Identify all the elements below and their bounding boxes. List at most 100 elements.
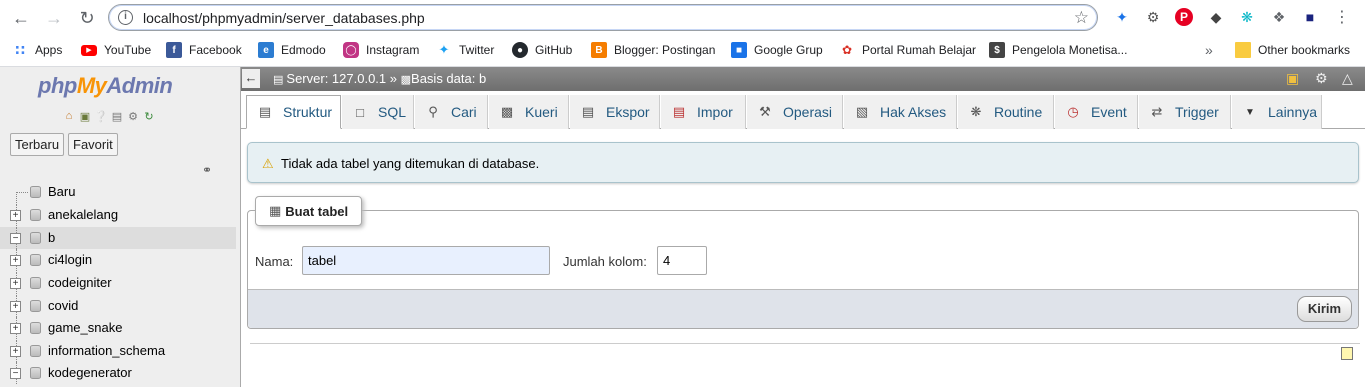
tab-more[interactable]: ▼ Lainnya <box>1232 95 1322 129</box>
bookmark-item[interactable]: e Edmodo <box>258 40 326 60</box>
recent-tables-tab[interactable]: Terbaru <box>10 133 65 156</box>
expand-plus-icon[interactable]: + <box>10 278 21 289</box>
tree-label[interactable]: kodegenerator <box>48 365 132 380</box>
tree-item-database[interactable]: + codeigniter <box>0 272 236 294</box>
tree-item-database-selected[interactable]: − b <box>0 227 236 249</box>
tree-label[interactable]: anekalelang <box>48 207 118 222</box>
collapse-top-icon[interactable]: △ <box>1342 70 1353 87</box>
tab-routines[interactable]: ❋ Routine <box>958 95 1054 129</box>
tab-label: Cari <box>451 104 477 120</box>
extension-gear-icon[interactable]: ⚙ <box>1144 8 1162 26</box>
tree-label[interactable]: information_schema <box>48 343 165 358</box>
query-icon: ▩ <box>500 104 514 119</box>
logo-php: php <box>38 73 77 98</box>
bookmark-item[interactable]: ▶ YouTube <box>81 40 151 60</box>
main-tabs: ▤ Struktur □ SQL ⚲ Cari ▩ Kueri ▤ Ekspor ▤ Imp… <box>241 91 1365 129</box>
lock-icon[interactable]: ▣ <box>1286 70 1299 87</box>
bookmarks-overflow-button[interactable]: » <box>1205 40 1213 60</box>
tab-events[interactable]: ◷ Event <box>1055 95 1138 129</box>
bookmarks-bar: ∷ Apps ▶ YouTube f Facebook e Edmodo ◯ Instag… <box>0 36 1365 64</box>
tree-item-database[interactable]: + anekalelang <box>0 204 236 226</box>
console-toggle-icon[interactable] <box>1341 347 1353 360</box>
logout-icon[interactable]: ▣ <box>78 109 92 123</box>
menu-kebab-icon[interactable]: ⋮ <box>1333 8 1351 26</box>
tree-item-database[interactable]: + game_snake <box>0 317 236 339</box>
breadcrumb-server[interactable]: Server: 127.0.0.1 <box>286 71 386 86</box>
tree-item-database[interactable]: − kodegenerator <box>0 362 236 384</box>
tab-search[interactable]: ⚲ Cari <box>415 95 488 129</box>
tree-item-database[interactable]: + covid <box>0 295 236 317</box>
bookmark-label: GitHub <box>535 43 573 57</box>
collapse-minus-icon[interactable]: − <box>10 233 21 244</box>
settings-gear-icon[interactable]: ⚙ <box>1315 70 1328 87</box>
wrench-icon: ⚒ <box>759 104 771 119</box>
forward-arrow-icon[interactable]: → <box>42 6 66 30</box>
tab-label: Event <box>1091 104 1127 120</box>
extension-flower-icon[interactable]: ❋ <box>1238 8 1256 26</box>
pinterest-icon[interactable]: P <box>1175 8 1193 26</box>
extension-shield-icon[interactable]: ◆ <box>1207 8 1225 26</box>
tab-sql[interactable]: □ SQL <box>342 95 414 129</box>
column-count-input[interactable] <box>657 246 707 275</box>
tab-query[interactable]: ▩ Kueri <box>489 95 569 129</box>
site-info-icon[interactable]: i <box>118 10 133 25</box>
bookmark-item[interactable]: ∷ Apps <box>12 40 62 60</box>
back-arrow-icon[interactable]: ← <box>9 6 33 30</box>
tab-structure[interactable]: ▤ Struktur <box>246 95 341 129</box>
tree-label[interactable]: ci4login <box>48 252 92 267</box>
extension-dropper-icon[interactable]: ✦ <box>1113 8 1131 26</box>
tab-export[interactable]: ▤ Ekspor <box>570 95 660 129</box>
expand-plus-icon[interactable]: + <box>10 210 21 221</box>
extension-bus-icon[interactable]: ■ <box>1301 8 1319 26</box>
tab-privileges[interactable]: ▧ Hak Akses <box>844 95 957 129</box>
expand-plus-icon[interactable]: + <box>10 301 21 312</box>
tab-operations[interactable]: ⚒ Operasi <box>747 95 843 129</box>
bookmark-star-icon[interactable]: ☆ <box>1074 8 1089 28</box>
event-clock-icon: ◷ <box>1067 104 1079 119</box>
bookmark-label: Pengelola Monetisa... <box>1012 43 1128 57</box>
table-add-icon: ▦ <box>269 203 282 218</box>
bookmark-item[interactable]: ● GitHub <box>512 40 572 60</box>
favorite-tables-tab[interactable]: Favorit <box>68 133 118 156</box>
bookmark-item[interactable]: B Blogger: Postingan <box>591 40 715 60</box>
expand-plus-icon[interactable]: + <box>10 346 21 357</box>
link-chain-icon[interactable]: ⚭ <box>202 163 212 177</box>
reload-nav-icon[interactable]: ↻ <box>142 109 156 123</box>
tree-item-database[interactable]: + ci4login <box>0 249 236 271</box>
help-icon[interactable]: ❔ <box>94 109 108 123</box>
bookmark-item[interactable]: ◯ Instagram <box>343 40 419 60</box>
tree-item-database[interactable]: + information_schema <box>0 340 236 362</box>
bookmark-item[interactable]: ■ Google Grup <box>731 40 823 60</box>
bookmark-item[interactable]: $ Pengelola Monetisa... <box>989 40 1127 60</box>
collapse-minus-icon[interactable]: − <box>10 368 21 379</box>
address-url[interactable]: localhost/phpmyadmin/server_databases.ph… <box>143 10 425 26</box>
expand-plus-icon[interactable]: + <box>10 323 21 334</box>
settings-gear-icon[interactable]: ⚙ <box>126 109 140 123</box>
warning-icon: ⚠ <box>262 156 274 171</box>
tree-label[interactable]: covid <box>48 298 78 313</box>
tree-label[interactable]: game_snake <box>48 320 122 335</box>
home-icon[interactable]: ⌂ <box>62 109 76 123</box>
tab-import[interactable]: ▤ Impor <box>661 95 746 129</box>
expand-plus-icon[interactable]: + <box>10 255 21 266</box>
tree-label[interactable]: b <box>48 230 55 245</box>
table-name-input[interactable] <box>302 246 550 275</box>
bookmark-item[interactable]: ✿ Portal Rumah Belajar <box>839 40 976 60</box>
other-bookmarks-folder[interactable]: Other bookmarks <box>1235 40 1350 60</box>
docs-icon[interactable]: ▤ <box>110 109 124 123</box>
tab-triggers[interactable]: ⇄ Trigger <box>1139 95 1231 129</box>
breadcrumb-database[interactable]: Basis data: b <box>411 71 486 86</box>
extensions-puzzle-icon[interactable]: ❖ <box>1270 8 1288 26</box>
tree-label[interactable]: codeigniter <box>48 275 112 290</box>
reload-icon[interactable]: ↻ <box>75 6 99 30</box>
database-icon <box>30 322 41 334</box>
submit-button[interactable]: Kirim <box>1297 296 1352 322</box>
bookmark-item[interactable]: f Facebook <box>166 40 242 60</box>
divider <box>250 343 1360 344</box>
form-footer <box>248 289 1358 328</box>
address-bar[interactable]: i localhost/phpmyadmin/server_databases.… <box>108 4 1098 31</box>
collapse-nav-arrow-icon[interactable]: ← <box>242 69 260 88</box>
bookmark-item[interactable]: ✦ Twitter <box>436 40 495 60</box>
phpmyadmin-logo[interactable]: phpMyAdmin <box>38 73 173 99</box>
tree-item-new[interactable]: Baru <box>0 181 236 203</box>
